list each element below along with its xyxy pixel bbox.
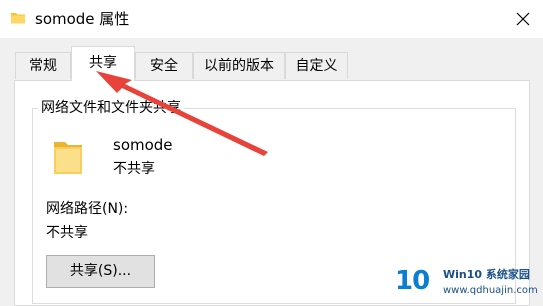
watermark: 10 Win10 系统家园 www.qdhuajin.com xyxy=(395,264,543,306)
close-button[interactable] xyxy=(508,4,538,34)
folder-icon xyxy=(51,138,87,180)
watermark-logo: 10 xyxy=(395,266,430,296)
tab-general[interactable]: 常规 xyxy=(15,52,71,79)
share-button[interactable]: 共享(S)... xyxy=(46,255,155,288)
network-path-value: 不共享 xyxy=(46,225,88,241)
window-title: somode 属性 xyxy=(35,10,130,28)
tab-security[interactable]: 安全 xyxy=(135,52,193,79)
share-status: 不共享 xyxy=(113,161,155,177)
folder-icon xyxy=(10,10,26,30)
tab-customize[interactable]: 自定义 xyxy=(285,52,348,79)
watermark-brand: Win10 系统家园 xyxy=(443,268,530,281)
folder-name: somode xyxy=(113,136,173,154)
close-icon xyxy=(516,12,530,26)
watermark-site: www.qdhuajin.com xyxy=(443,285,538,296)
group-title: 网络文件和文件夹共享 xyxy=(38,98,184,118)
title-bar: somode 属性 xyxy=(0,0,543,38)
network-path-label: 网络路径(N): xyxy=(46,201,129,217)
tab-sharing[interactable]: 共享 xyxy=(71,46,135,81)
tab-previous-versions[interactable]: 以前的版本 xyxy=(193,52,285,79)
